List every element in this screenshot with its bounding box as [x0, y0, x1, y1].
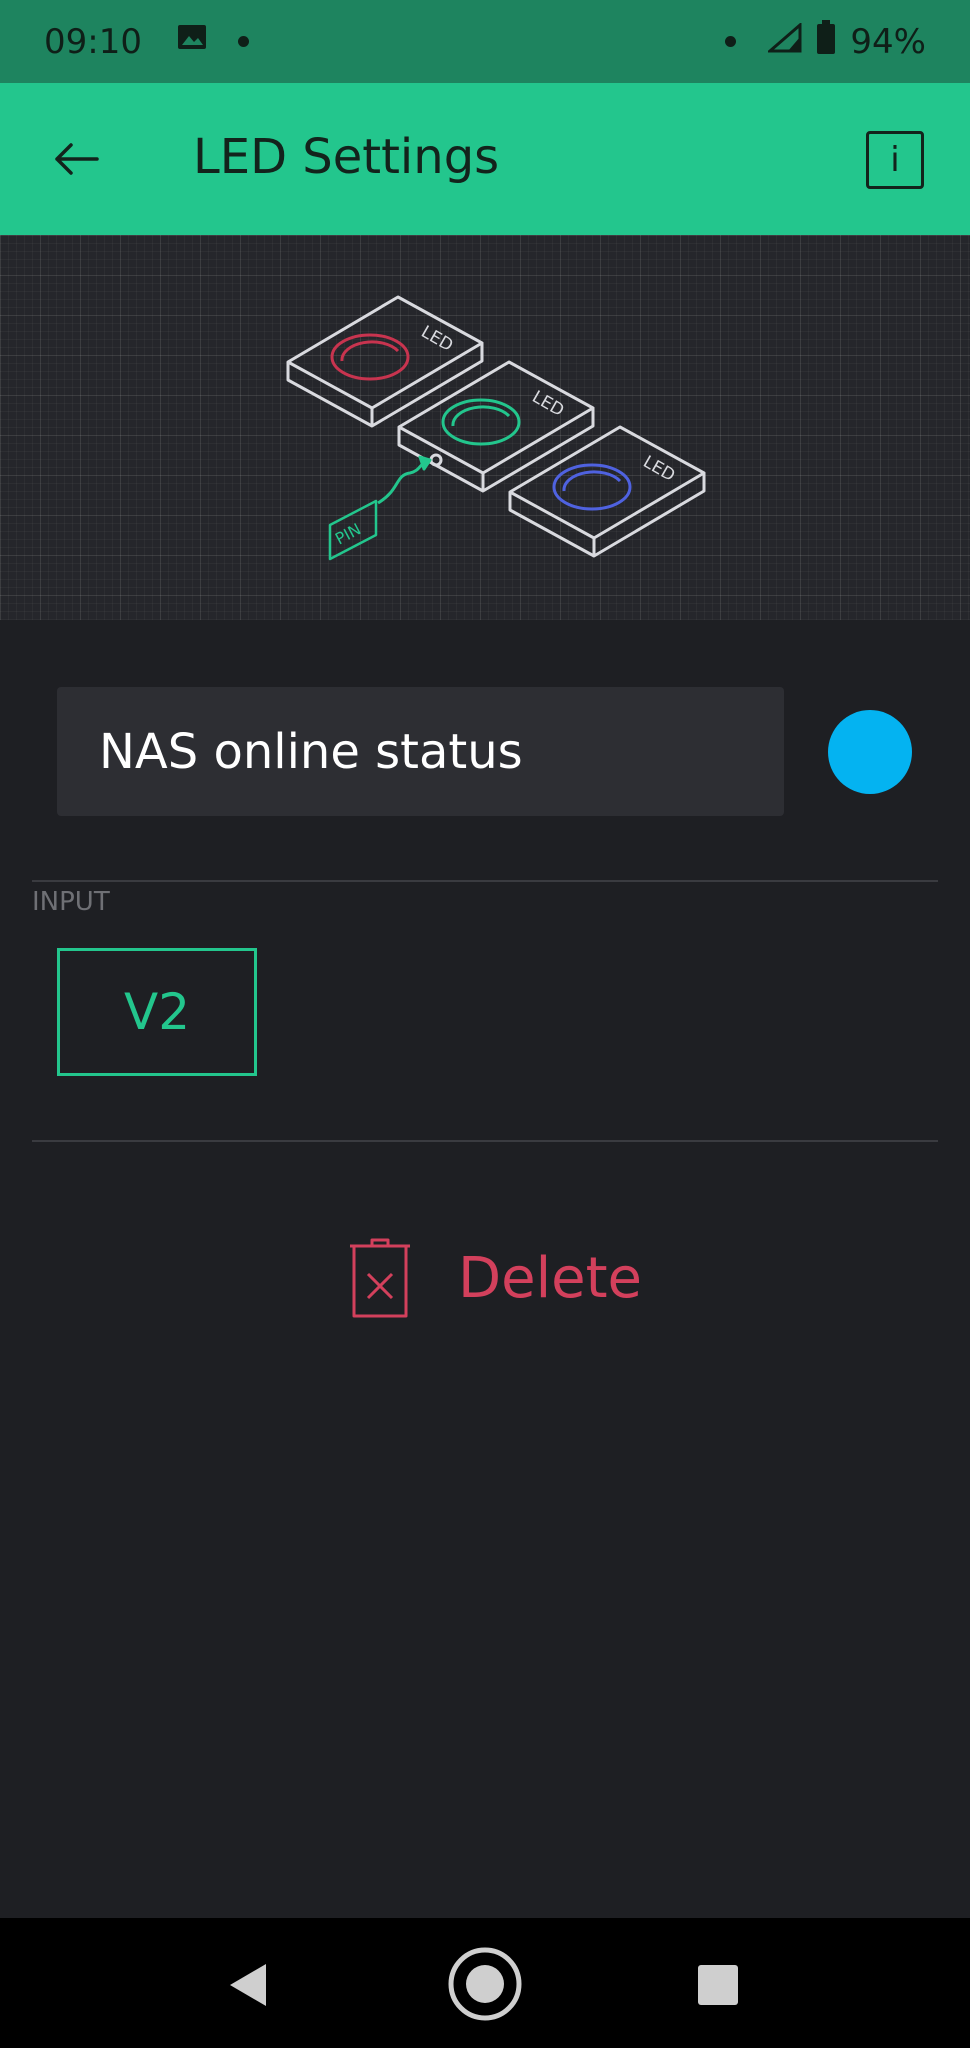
widget-name-field[interactable] — [57, 687, 784, 816]
pin-select-button[interactable]: V2 — [57, 948, 257, 1076]
back-button[interactable] — [44, 127, 108, 191]
divider — [32, 880, 938, 882]
arrow-left-icon — [55, 143, 99, 175]
status-time: 09:10 — [44, 21, 142, 62]
delete-button[interactable]: Delete — [346, 1236, 646, 1320]
page-title: LED Settings — [193, 129, 500, 185]
notification-dot-icon — [725, 36, 737, 47]
nav-home-button[interactable] — [447, 1946, 523, 2026]
nav-recents-button[interactable] — [697, 1964, 739, 2010]
battery-icon — [816, 20, 836, 63]
color-picker-button[interactable] — [828, 710, 912, 794]
led-illustration: LED LED LED PIN — [0, 235, 970, 620]
image-icon — [176, 21, 208, 62]
widget-name-input[interactable] — [99, 723, 784, 780]
divider — [32, 1140, 938, 1142]
back-triangle-icon — [230, 1964, 266, 2006]
recents-square-icon — [698, 1965, 738, 2005]
home-circle-icon — [448, 1947, 522, 2021]
led-widget-illustration: LED LED LED PIN — [286, 295, 706, 561]
signal-icon — [766, 21, 802, 62]
battery-percent: 94% — [850, 21, 926, 62]
info-button[interactable]: i — [866, 131, 924, 189]
led-module-blue — [508, 425, 706, 558]
status-bar: 09:10 94% — [0, 0, 970, 83]
trash-icon — [350, 1238, 410, 1318]
input-section-label: INPUT — [32, 887, 110, 917]
nav-back-button[interactable] — [226, 1962, 270, 2012]
app-bar: LED Settings i — [0, 83, 970, 235]
delete-label: Delete — [458, 1245, 642, 1311]
system-nav-bar — [0, 1918, 970, 2048]
notification-dot-icon — [237, 36, 249, 47]
